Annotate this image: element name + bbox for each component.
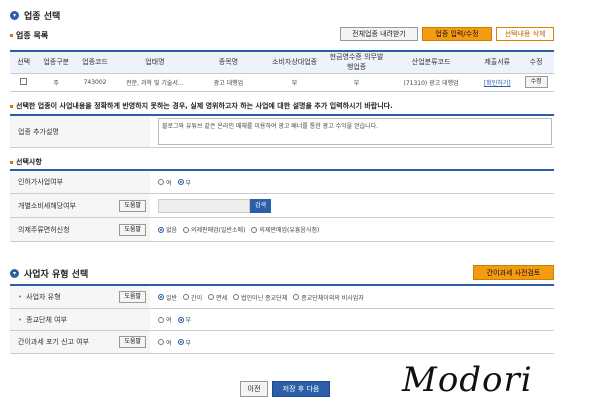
desc-textarea[interactable]: 블로그와 유튜브 같은 온라인 매체를 이용하여 광고 배너를 통한 광고 수익… [158,118,552,145]
excise-label: 개별소비세해당여부 [18,201,76,210]
radio-licensed-no[interactable]: 부 [177,178,191,187]
table-row: 주 743002 전문, 과학 및 기술서... 광고 대행업 부 부 (713… [10,73,554,92]
radio-nonbiz[interactable]: 종교단체이외의 비사업자 [293,293,364,302]
religious-label: 종교단체 여부 [26,315,68,324]
help-button[interactable]: 도움말 [119,199,146,212]
save-next-button[interactable]: 저장 후 다음 [272,381,330,397]
search-button[interactable]: 검색 [250,198,272,213]
radio-simple[interactable]: 간이 [183,293,202,302]
input-edit-button[interactable]: 업종 입력/수정 [422,27,492,41]
cell-type: 주 [37,73,76,92]
col-docs: 제출서류 [476,51,519,74]
radio-liquor-none[interactable]: 없음 [158,225,177,234]
bullet-icon [10,160,13,164]
down-arrow-circle-icon: ▾ [10,11,19,20]
cell-item: 광고 대행업 [194,73,263,92]
help-button[interactable]: 도움말 [119,223,146,236]
notice-text: 선택한 업종이 사업내용을 정확하게 반영하지 못하는 경우, 실제 영위하고자… [10,101,393,111]
watermark-text: Modori [402,360,533,400]
radio-giveup-yes[interactable]: 여 [158,338,172,347]
down-arrow-circle-icon: ▾ [10,269,19,278]
radio-liquor-entertain[interactable]: 의제판매업(유흥음식점) [251,225,319,234]
biztype-label: 사업자 유형 [26,293,61,301]
biztype-form: • 사업자 유형 도움말 일반 간이 면세 법인아닌 종교단체 종교단체이외의 비사… [10,284,554,354]
radio-general[interactable]: 일반 [158,293,177,302]
docs-link[interactable]: [확인하기] [476,73,519,92]
edit-button[interactable]: 수정 [524,76,548,88]
cell-class: (71310) 광고 대행업 [385,73,477,92]
radio-liquor-retail[interactable]: 의제판매업(일반소매) [183,225,245,234]
radio-religious-no[interactable]: 부 [177,315,191,324]
col-biz: 업태명 [115,51,195,74]
cell-code: 743002 [75,73,115,92]
industry-list-label: 업종 목록 [10,30,48,41]
section-title-industry: ▾ 업종 선택 [10,9,60,22]
selection-form: 인허가사업여부 여 부 개별소비세해당여부 도움말 검색 의제주류면허신청 도움말 … [10,169,554,242]
cell-cash: 부 [327,73,386,92]
simple-tax-check-button[interactable]: 간이과세 사전검토 [473,265,554,280]
col-class: 산업분류코드 [385,51,477,74]
col-item: 종목명 [194,51,263,74]
industry-table: 선택 업종구분 업종코드 업태명 종목명 소비자상대업종 현금영수증 의무발행업… [10,50,554,92]
liquor-label: 의제주류면허신청 [18,225,70,234]
radio-religious[interactable]: 법인아닌 종교단체 [233,293,287,302]
desc-label: 업종 추가설명 [10,116,150,147]
col-select: 선택 [10,51,38,74]
table-header: 선택 업종구분 업종코드 업태명 종목명 소비자상대업종 현금영수증 의무발행업… [10,51,554,74]
help-button[interactable]: 도움말 [119,336,146,348]
row-checkbox[interactable] [20,77,28,85]
col-type: 업종구분 [37,51,76,74]
prev-button[interactable]: 이전 [240,381,268,397]
cell-biz: 전문, 과학 및 기술서... [115,73,195,92]
cell-consumer: 부 [262,73,328,92]
section-title-biztype: ▾ 사업자 유형 선택 [10,267,88,280]
excise-input[interactable] [158,198,250,213]
radio-giveup-no[interactable]: 부 [177,338,191,347]
help-button[interactable]: 도움말 [119,291,146,303]
radio-exempt[interactable]: 면세 [208,293,227,302]
selection-label: 선택사항 [10,157,42,167]
licensed-label: 인허가사업여부 [10,171,150,193]
bullet-icon [10,34,13,37]
description-form: 업종 추가설명 블로그와 유튜브 같은 온라인 매체를 이용하여 광고 배너를 … [10,114,554,148]
bullet-icon [10,104,13,108]
col-cash: 현금영수증 의무발행업종 [327,51,386,74]
col-code: 업종코드 [75,51,115,74]
download-all-button[interactable]: 전체업종 내려받기 [340,27,418,41]
simple-giveup-label: 간이과세 포기 신고 여부 [18,338,90,346]
radio-licensed-yes[interactable]: 여 [158,178,172,187]
col-edit: 수정 [518,51,554,74]
radio-religious-yes[interactable]: 여 [158,315,172,324]
col-consumer: 소비자상대업종 [262,51,328,74]
delete-selection-button[interactable]: 선택내용 삭제 [496,27,554,41]
